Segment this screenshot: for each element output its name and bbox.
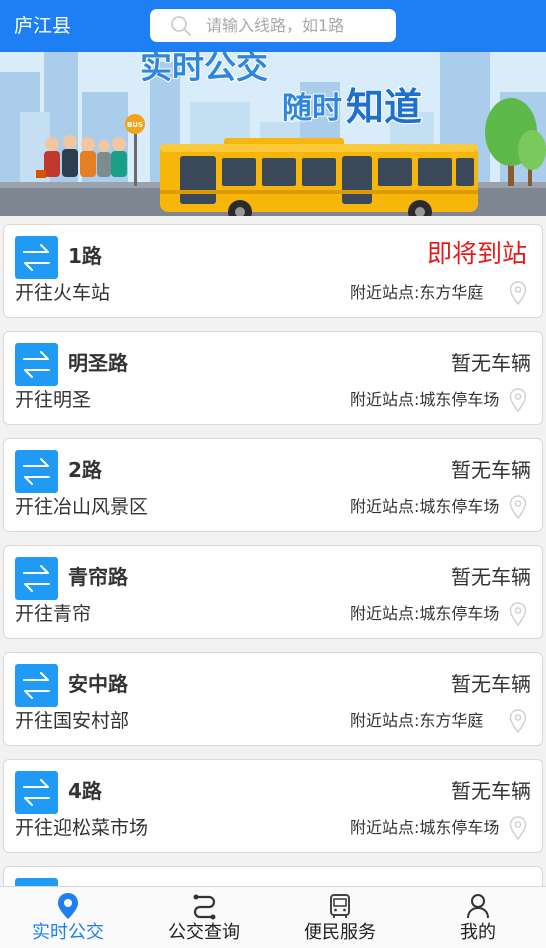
transfer-arrows-icon (15, 878, 58, 886)
route-name: 4路 (68, 779, 102, 803)
transfer-arrows-icon (15, 236, 58, 279)
arrival-status: 暂无车辆 (451, 458, 531, 482)
route-card[interactable]: 明圣路 暂无车辆开往明圣 附近站点:城东停车场 (3, 331, 543, 425)
arrival-status: 暂无车辆 (451, 565, 531, 589)
nearby-stop: 附近站点:城东停车场 (350, 604, 500, 623)
route-destination: 开往青帘 (15, 603, 92, 625)
user-icon (467, 894, 489, 919)
arrival-status: 即将到站 (426, 239, 527, 268)
search-box[interactable] (150, 9, 396, 42)
map-pin-icon[interactable] (508, 494, 528, 520)
map-pin-icon[interactable] (508, 815, 528, 841)
transfer-arrows-icon (15, 450, 58, 493)
bus-illustration (160, 138, 478, 216)
bus-icon (330, 894, 350, 918)
nearby-stop: 附近站点:城东停车场 (350, 497, 500, 516)
nearby-stop: 附近站点:东方华庭 (350, 283, 484, 302)
route-card[interactable]: 青帘路 暂无车辆开往青帘 附近站点:城东停车场 (3, 545, 543, 639)
search-input[interactable] (206, 9, 388, 42)
city-selector[interactable]: 庐江县 (14, 14, 71, 38)
banner-subtitle-a: 随时 (282, 91, 342, 126)
waiting-people (36, 135, 127, 178)
route-name: 明圣路 (68, 351, 128, 375)
transfer-arrows-icon (15, 664, 58, 707)
top-bar: 庐江县 (0, 0, 546, 52)
map-pin-icon[interactable] (508, 708, 528, 734)
nav-label: 便民服务 (304, 922, 376, 943)
arrival-status: 暂无车辆 (451, 779, 531, 803)
map-pin-icon[interactable] (508, 280, 528, 306)
nav-tab-mine[interactable]: 我的 (410, 887, 546, 948)
route-destination: 开往火车站 (15, 282, 111, 304)
transfer-arrows-icon (15, 343, 58, 386)
route-card[interactable]: 安中路 暂无车辆开往国安村部 附近站点:东方华庭 (3, 652, 543, 746)
map-pin-icon[interactable] (508, 387, 528, 413)
arrival-status: 暂无车辆 (451, 672, 531, 696)
bus-stop-sign: BUS (127, 121, 143, 129)
route-destination: 开往国安村部 (15, 710, 130, 732)
route-card[interactable]: 4路 暂无车辆开往迎松菜市场 附近站点:城东停车场 (3, 759, 543, 853)
route-name: 安中路 (68, 672, 128, 696)
route-name: 2路 (68, 458, 102, 482)
nav-tab-bus-query[interactable]: 公交查询 (136, 887, 272, 948)
search-icon (171, 16, 191, 36)
promo-banner[interactable]: 实时公交 随时 知道 BUS (0, 52, 546, 216)
arrival-status: 暂无车辆 (451, 351, 531, 375)
bottom-nav: 实时公交 公交查询 便民服务 我的 (0, 886, 546, 948)
route-card[interactable]: 2路 暂无车辆开往冶山风景区 附近站点:城东停车场 (3, 438, 543, 532)
nearby-stop: 附近站点:城东停车场 (350, 390, 500, 409)
banner-subtitle-b: 知道 (346, 85, 422, 129)
location-pin-icon (58, 893, 78, 919)
nav-label: 公交查询 (168, 922, 240, 943)
nearby-stop: 附近站点:东方华庭 (350, 711, 484, 730)
route-destination: 开往迎松菜市场 (15, 817, 149, 839)
nav-label: 我的 (460, 922, 496, 943)
map-pin-icon[interactable] (508, 601, 528, 627)
route-card[interactable]: 1路 即将到站开往火车站 附近站点:东方华庭 (3, 224, 543, 318)
banner-title: 实时公交 (140, 52, 268, 86)
route-destination: 开往冶山风景区 (15, 496, 149, 518)
route-icon (193, 894, 216, 920)
route-list[interactable]: 1路 即将到站 开往火车站 附近站点:东方华庭 明圣路 暂无车辆 开往明圣 附近站点:城东停车… (0, 216, 546, 886)
route-name: 青帘路 (68, 565, 128, 589)
banner-illustration: 实时公交 随时 知道 BUS (0, 52, 546, 216)
route-destination: 开往明圣 (15, 389, 92, 411)
route-name: 1路 (68, 244, 102, 268)
transfer-arrows-icon (15, 771, 58, 814)
transfer-arrows-icon (15, 557, 58, 600)
route-card-partial[interactable] (3, 866, 543, 886)
nav-tab-realtime-bus[interactable]: 实时公交 (0, 887, 136, 948)
nearby-stop: 附近站点:城东停车场 (350, 818, 500, 837)
nav-tab-services[interactable]: 便民服务 (272, 887, 408, 948)
nav-label: 实时公交 (32, 922, 104, 943)
